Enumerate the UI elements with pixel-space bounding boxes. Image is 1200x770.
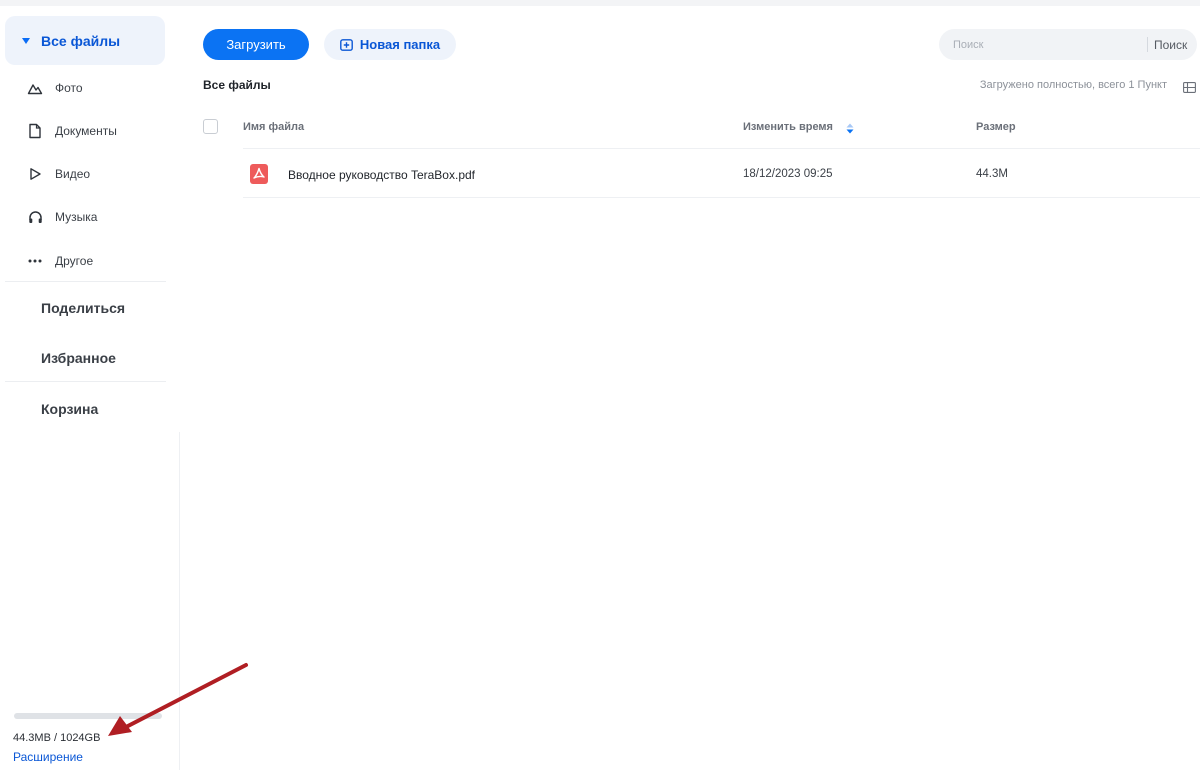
load-status-text: Загружено полностью, всего 1 Пункт xyxy=(979,79,1167,91)
document-icon xyxy=(27,123,43,139)
add-folder-icon xyxy=(339,38,353,51)
sidebar-item-share[interactable]: Поделиться xyxy=(41,300,125,316)
sidebar: Все файлы Фото Документы Видео Музыка Др… xyxy=(0,0,180,770)
file-name[interactable]: Вводное руководство TeraBox.pdf xyxy=(288,168,475,182)
column-header-size[interactable]: Размер xyxy=(976,121,1016,133)
row-divider xyxy=(243,148,1200,149)
top-border xyxy=(0,0,1200,6)
search-button[interactable]: Поиск xyxy=(1154,38,1187,52)
pdf-file-icon xyxy=(250,164,268,189)
sidebar-item-photo[interactable]: Фото xyxy=(27,76,83,100)
search-box: Поиск xyxy=(939,29,1197,60)
sidebar-item-label: Документы xyxy=(55,124,117,138)
headphones-icon xyxy=(27,209,43,225)
grid-view-icon[interactable] xyxy=(1183,80,1196,98)
new-folder-button[interactable]: Новая папка xyxy=(324,29,456,60)
page-title: Все файлы xyxy=(203,78,271,92)
column-header-modified[interactable]: Изменить время xyxy=(743,121,833,133)
mountain-photo-icon xyxy=(27,80,43,96)
upload-button[interactable]: Загрузить xyxy=(203,29,309,60)
sidebar-item-other[interactable]: Другое xyxy=(27,249,93,273)
sidebar-item-label: Видео xyxy=(55,167,91,181)
select-all-checkbox[interactable] xyxy=(203,119,218,134)
sidebar-item-documents[interactable]: Документы xyxy=(27,119,117,143)
caret-down-icon xyxy=(22,37,30,44)
new-folder-label: Новая папка xyxy=(359,37,441,52)
play-icon xyxy=(27,166,43,182)
sidebar-item-music[interactable]: Музыка xyxy=(27,205,97,229)
column-header-name[interactable]: Имя файла xyxy=(243,121,304,133)
search-input[interactable] xyxy=(951,37,1135,52)
search-separator xyxy=(1147,37,1148,52)
sidebar-item-trash[interactable]: Корзина xyxy=(41,401,98,417)
sidebar-item-favorites[interactable]: Избранное xyxy=(41,350,116,366)
storage-usage-text: 44.3MB / 1024GB xyxy=(13,732,101,744)
sidebar-item-label: Другое xyxy=(55,254,94,268)
annotation-arrow xyxy=(108,663,248,736)
more-dots-icon xyxy=(27,253,43,269)
sort-icon[interactable] xyxy=(846,121,854,139)
sidebar-item-label: Фото xyxy=(55,81,83,95)
sidebar-divider xyxy=(5,281,166,282)
sidebar-item-all-files[interactable]: Все файлы xyxy=(5,16,165,65)
sidebar-item-label: Все файлы xyxy=(41,32,121,49)
file-size: 44.3M xyxy=(976,168,1008,180)
sidebar-item-label: Музыка xyxy=(55,210,98,224)
file-modified-time: 18/12/2023 09:25 xyxy=(743,168,833,180)
sidebar-item-video[interactable]: Видео xyxy=(27,162,90,186)
row-divider xyxy=(243,197,1200,198)
sidebar-divider xyxy=(5,381,166,382)
expand-storage-link[interactable]: Расширение xyxy=(13,750,83,764)
